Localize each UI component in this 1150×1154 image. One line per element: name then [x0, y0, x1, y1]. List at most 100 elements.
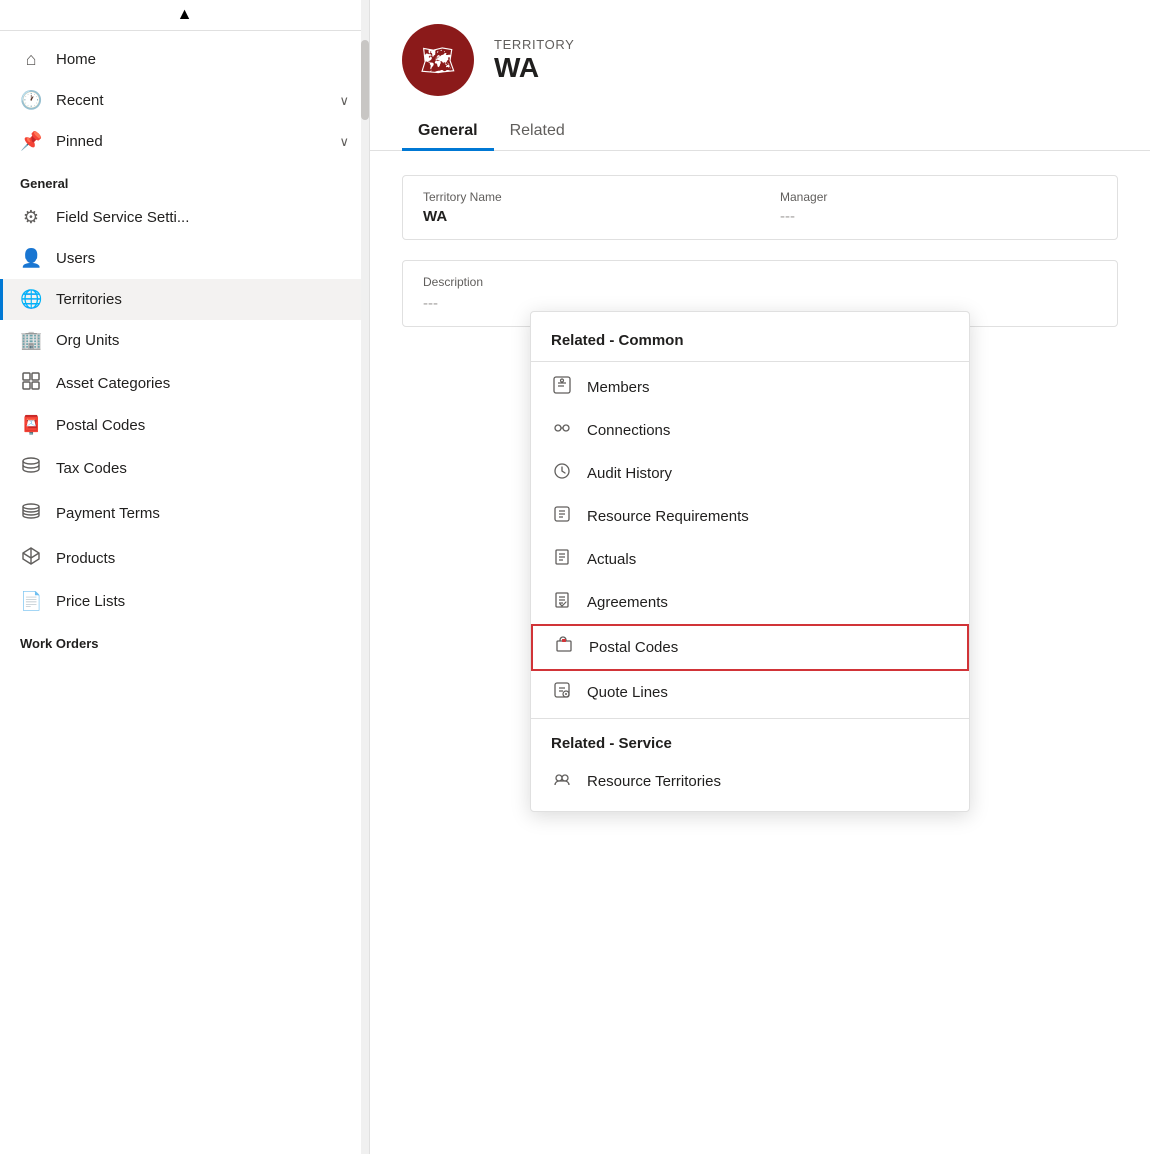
- dropdown-item-agreements[interactable]: Agreements: [531, 581, 969, 624]
- dropdown-item-resource-territories[interactable]: Resource Territories: [531, 760, 969, 803]
- related-dropdown: Related - Common Members Connections Aud…: [530, 311, 970, 812]
- connections-icon: [551, 419, 573, 442]
- scrollbar-track: [361, 0, 369, 1154]
- dropdown-item-quote-lines[interactable]: Quote Lines: [531, 671, 969, 714]
- dropdown-item-audit-history[interactable]: Audit History: [531, 452, 969, 495]
- record-header: 🗺 TERRITORY WA: [370, 0, 1150, 112]
- dropdown-item-label: Postal Codes: [589, 639, 678, 656]
- sidebar-item-label: Price Lists: [56, 593, 125, 610]
- dropdown-item-label: Members: [587, 379, 650, 396]
- sidebar-item-field-service[interactable]: ⚙ Field Service Setti...: [0, 197, 369, 238]
- dropdown-section-service: Related - Service: [531, 723, 969, 760]
- agreements-icon: [551, 591, 573, 614]
- sidebar-item-recent[interactable]: 🕐 Recent ∨: [0, 80, 369, 121]
- record-type: TERRITORY: [494, 37, 575, 52]
- pin-icon: 📌: [20, 131, 42, 152]
- sidebar-item-label: Products: [56, 550, 115, 567]
- field-label: Manager: [780, 190, 1097, 204]
- clock-icon: 🕐: [20, 90, 42, 111]
- sidebar-item-label: Field Service Setti...: [56, 209, 189, 226]
- dropdown-item-label: Connections: [587, 422, 670, 439]
- field-territory-name: Territory Name WA: [403, 176, 760, 239]
- sidebar-section-work-orders: Work Orders: [0, 622, 369, 657]
- chevron-up-icon: ▲: [177, 6, 193, 24]
- sidebar-item-label: Payment Terms: [56, 505, 160, 522]
- payment-icon: [20, 501, 42, 526]
- dropdown-section-common: Related - Common: [531, 320, 969, 357]
- postal-icon: 📮: [20, 415, 42, 436]
- scrollbar-thumb[interactable]: [361, 40, 369, 120]
- sidebar-item-label: Postal Codes: [56, 417, 145, 434]
- dropdown-item-resource-requirements[interactable]: Resource Requirements: [531, 495, 969, 538]
- description-label: Description: [423, 275, 1097, 289]
- org-icon: 🏢: [20, 330, 42, 351]
- tab-general[interactable]: General: [402, 112, 494, 150]
- sidebar-item-asset-categories[interactable]: Asset Categories: [0, 361, 369, 405]
- postal-codes-icon: [553, 636, 575, 659]
- audit-history-icon: [551, 462, 573, 485]
- sidebar-item-payment-terms[interactable]: Payment Terms: [0, 491, 369, 536]
- sidebar-item-label: Pinned: [56, 133, 103, 150]
- globe-icon: 🌐: [20, 289, 42, 310]
- record-name: WA: [494, 52, 575, 84]
- main-content: 🗺 TERRITORY WA General Related Territory…: [370, 0, 1150, 1154]
- sidebar-item-users[interactable]: 👤 Users: [0, 238, 369, 279]
- sidebar-item-label: Territories: [56, 291, 122, 308]
- field-value: ---: [780, 208, 1097, 225]
- form-card: Territory Name WA Manager ---: [402, 175, 1118, 240]
- dropdown-item-actuals[interactable]: Actuals: [531, 538, 969, 581]
- gear-icon: ⚙: [20, 207, 42, 228]
- map-icon: 🗺: [420, 44, 456, 77]
- field-manager: Manager ---: [760, 176, 1117, 239]
- price-list-icon: 📄: [20, 591, 42, 612]
- sidebar-item-price-lists[interactable]: 📄 Price Lists: [0, 581, 369, 622]
- form-row-1: Territory Name WA Manager ---: [403, 176, 1117, 239]
- sidebar-item-tax-codes[interactable]: Tax Codes: [0, 446, 369, 491]
- sidebar-item-label: Tax Codes: [56, 460, 127, 477]
- content-area: Territory Name WA Manager --- Descriptio…: [370, 151, 1150, 1154]
- dropdown-item-label: Actuals: [587, 551, 636, 568]
- products-icon: [20, 546, 42, 571]
- tab-related[interactable]: Related: [494, 112, 581, 150]
- dropdown-item-label: Audit History: [587, 465, 672, 482]
- chevron-down-icon: ∨: [339, 134, 349, 150]
- home-icon: ⌂: [20, 49, 42, 70]
- tax-icon: [20, 456, 42, 481]
- divider: [531, 718, 969, 719]
- dropdown-item-members[interactable]: Members: [531, 366, 969, 409]
- resource-territories-icon: [551, 770, 573, 793]
- tabs-bar: General Related: [370, 112, 1150, 151]
- dropdown-item-label: Resource Territories: [587, 773, 721, 790]
- sidebar-item-label: Recent: [56, 92, 104, 109]
- user-icon: 👤: [20, 248, 42, 269]
- sidebar-item-products[interactable]: Products: [0, 536, 369, 581]
- members-icon: [551, 376, 573, 399]
- description-value: ---: [423, 295, 1097, 312]
- sidebar-nav: ⌂ Home 🕐 Recent ∨ 📌 Pinned ∨ General ⚙ F…: [0, 31, 369, 1154]
- sidebar: ▲ ⌂ Home 🕐 Recent ∨ 📌 Pinned ∨ General ⚙…: [0, 0, 370, 1154]
- sidebar-item-label: Asset Categories: [56, 375, 170, 392]
- dropdown-item-label: Quote Lines: [587, 684, 668, 701]
- actuals-icon: [551, 548, 573, 571]
- sidebar-item-label: Home: [56, 51, 96, 68]
- sidebar-item-label: Org Units: [56, 332, 119, 349]
- chevron-down-icon: ∨: [339, 93, 349, 109]
- sidebar-item-territories[interactable]: 🌐 Territories: [0, 279, 369, 320]
- dropdown-item-label: Resource Requirements: [587, 508, 749, 525]
- divider: [531, 361, 969, 362]
- field-value: WA: [423, 208, 740, 225]
- resource-req-icon: [551, 505, 573, 528]
- sidebar-item-postal-codes[interactable]: 📮 Postal Codes: [0, 405, 369, 446]
- sidebar-section-general: General: [0, 162, 369, 197]
- avatar: 🗺: [402, 24, 474, 96]
- dropdown-item-connections[interactable]: Connections: [531, 409, 969, 452]
- dropdown-item-label: Agreements: [587, 594, 668, 611]
- record-title-area: TERRITORY WA: [494, 37, 575, 84]
- scroll-up-button[interactable]: ▲: [0, 0, 369, 31]
- dropdown-item-postal-codes[interactable]: Postal Codes: [531, 624, 969, 671]
- sidebar-item-pinned[interactable]: 📌 Pinned ∨: [0, 121, 369, 162]
- sidebar-item-home[interactable]: ⌂ Home: [0, 39, 369, 80]
- sidebar-item-label: Users: [56, 250, 95, 267]
- sidebar-item-org-units[interactable]: 🏢 Org Units: [0, 320, 369, 361]
- asset-icon: [20, 371, 42, 395]
